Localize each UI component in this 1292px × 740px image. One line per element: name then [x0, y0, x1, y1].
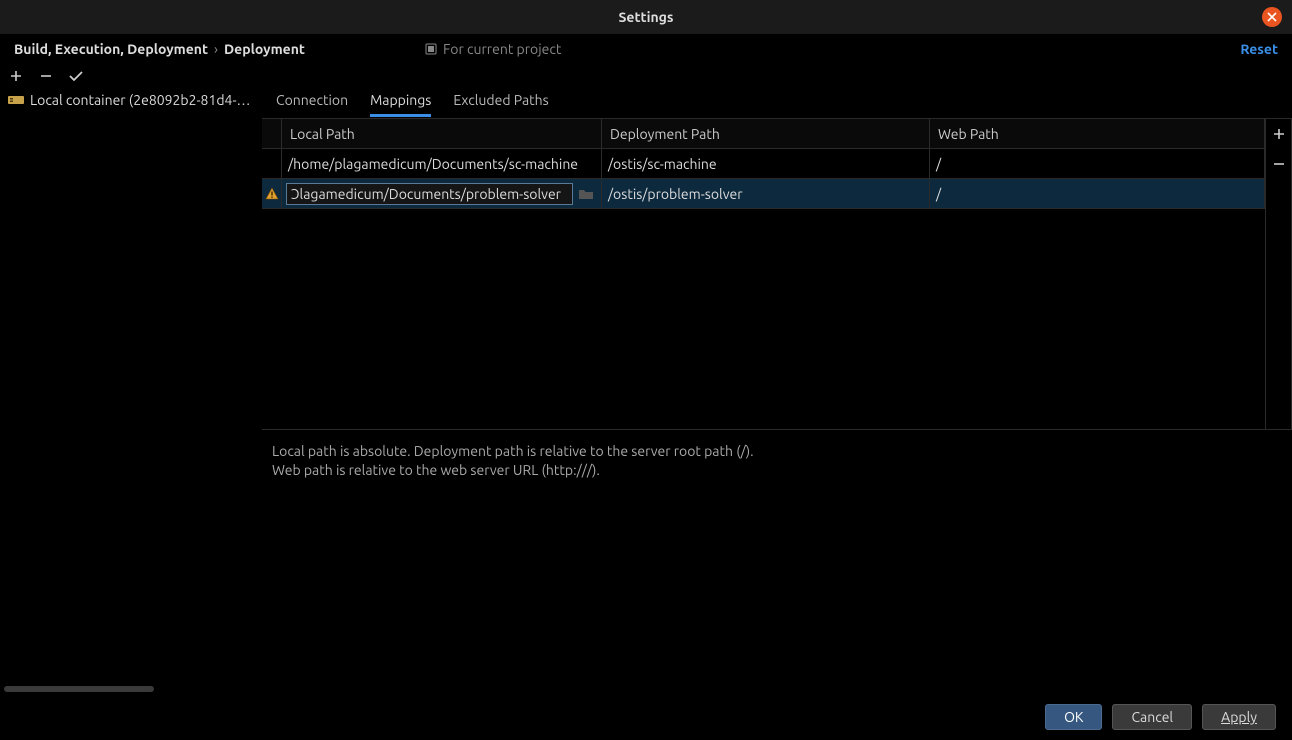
- header-icon-col: [262, 119, 282, 149]
- close-icon: [1267, 12, 1277, 22]
- server-item[interactable]: Local container (2e8092b2-81d4-…: [0, 88, 261, 112]
- project-scope: For current project: [425, 41, 561, 57]
- breadcrumb-row: Build, Execution, Deployment › Deploymen…: [0, 34, 1292, 64]
- content: Local container (2e8092b2-81d4-… Connect…: [0, 88, 1292, 694]
- sidebar-horizontal-scrollbar[interactable]: [4, 686, 154, 692]
- add-server-button[interactable]: [8, 68, 24, 84]
- minus-icon: [1272, 157, 1286, 171]
- tab-connection[interactable]: Connection: [276, 92, 348, 117]
- folder-icon: [578, 187, 594, 201]
- help-line-2: Web path is relative to the web server U…: [272, 461, 1282, 480]
- remove-mapping-button[interactable]: [1266, 149, 1291, 179]
- row-icon-cell: [262, 149, 282, 179]
- cell-local-path-editing[interactable]: ɔlagamedicum/Documents/problem-solver: [282, 179, 602, 209]
- help-line-1: Local path is absolute. Deployment path …: [272, 442, 1282, 461]
- apply-button-label: Apply: [1221, 709, 1257, 725]
- cell-web-path[interactable]: /: [930, 179, 1265, 209]
- right-pane: Connection Mappings Excluded Paths Local…: [262, 88, 1292, 694]
- header-local-path[interactable]: Local Path: [282, 119, 602, 149]
- plus-icon: [1272, 127, 1286, 141]
- warning-icon: [265, 187, 279, 201]
- dialog-footer: OK Cancel Apply: [0, 694, 1292, 740]
- window-close-button[interactable]: [1262, 7, 1282, 27]
- breadcrumb: Build, Execution, Deployment › Deploymen…: [14, 41, 305, 57]
- minus-icon: [39, 69, 53, 83]
- breadcrumb-part-1[interactable]: Build, Execution, Deployment: [14, 41, 208, 57]
- cell-deployment-path[interactable]: /ostis/sc-machine: [602, 149, 930, 179]
- sidebar-toolbar: [0, 64, 1292, 88]
- tab-excluded-paths[interactable]: Excluded Paths: [453, 92, 548, 117]
- ok-button[interactable]: OK: [1045, 704, 1102, 730]
- help-text: Local path is absolute. Deployment path …: [262, 430, 1292, 492]
- server-icon: [8, 94, 24, 106]
- browse-folder-button[interactable]: [575, 183, 597, 205]
- tab-mappings[interactable]: Mappings: [370, 92, 431, 117]
- mappings-table-area: Local Path Deployment Path Web Path /hom…: [262, 118, 1292, 430]
- breadcrumb-separator: ›: [214, 41, 218, 57]
- titlebar: Settings: [0, 0, 1292, 34]
- row-warning-icon-cell: [262, 179, 282, 209]
- scope-label: For current project: [443, 41, 561, 57]
- deployment-tabs: Connection Mappings Excluded Paths: [262, 88, 1292, 118]
- plus-icon: [9, 69, 23, 83]
- reset-link[interactable]: Reset: [1240, 41, 1278, 57]
- header-web-path[interactable]: Web Path: [930, 119, 1265, 149]
- cell-deployment-path[interactable]: /ostis/problem-solver: [602, 179, 930, 209]
- server-item-label: Local container (2e8092b2-81d4-…: [30, 92, 250, 108]
- breadcrumb-part-2[interactable]: Deployment: [224, 41, 305, 57]
- cancel-button[interactable]: Cancel: [1112, 704, 1192, 730]
- mappings-table: Local Path Deployment Path Web Path /hom…: [262, 118, 1266, 430]
- check-icon: [68, 70, 84, 82]
- cell-local-path[interactable]: /home/plagamedicum/Documents/sc-machine: [282, 149, 602, 179]
- servers-list: Local container (2e8092b2-81d4-…: [0, 88, 261, 112]
- cell-web-path[interactable]: /: [930, 149, 1265, 179]
- header-deployment-path[interactable]: Deployment Path: [602, 119, 930, 149]
- local-path-input[interactable]: ɔlagamedicum/Documents/problem-solver: [286, 183, 573, 205]
- servers-sidebar: Local container (2e8092b2-81d4-…: [0, 88, 262, 694]
- window-title: Settings: [618, 9, 673, 25]
- remove-server-button[interactable]: [38, 68, 54, 84]
- add-mapping-button[interactable]: [1266, 119, 1291, 149]
- table-side-buttons: [1266, 118, 1292, 430]
- scope-icon: [425, 43, 437, 55]
- set-default-button[interactable]: [68, 68, 84, 84]
- apply-button[interactable]: Apply: [1202, 704, 1276, 730]
